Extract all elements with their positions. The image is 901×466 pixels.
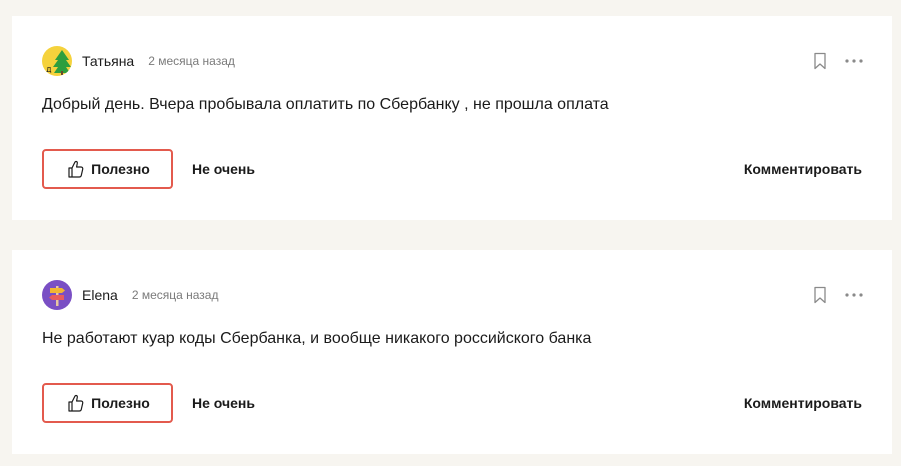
review-card: Elena 2 месяца назад Не работают куар ко… xyxy=(12,250,892,454)
avatar-initial: Д xyxy=(46,66,52,74)
bookmark-icon[interactable] xyxy=(812,52,828,70)
useful-label: Полезно xyxy=(91,161,150,177)
review-card: Д Татьяна 2 месяца назад Добрый день. Вч… xyxy=(12,16,892,220)
author-name[interactable]: Elena xyxy=(82,287,118,303)
comment-button[interactable]: Комментировать xyxy=(744,395,862,411)
review-text: Добрый день. Вчера пробывала оплатить по… xyxy=(42,96,609,113)
review-text: Не работают куар коды Сбербанка, и вообщ… xyxy=(42,330,592,347)
thumb-up-icon xyxy=(68,160,84,178)
thumb-up-icon xyxy=(68,394,84,412)
more-icon[interactable] xyxy=(844,286,864,304)
bookmark-icon[interactable] xyxy=(812,286,828,304)
not-useful-button[interactable]: Не очень xyxy=(192,161,255,177)
author-name[interactable]: Татьяна xyxy=(82,53,134,69)
useful-button[interactable]: Полезно xyxy=(42,149,173,189)
useful-label: Полезно xyxy=(91,395,150,411)
avatar[interactable] xyxy=(42,280,72,310)
comment-button[interactable]: Комментировать xyxy=(744,161,862,177)
review-date: 2 месяца назад xyxy=(148,54,235,68)
avatar[interactable]: Д xyxy=(42,46,72,76)
review-date: 2 месяца назад xyxy=(131,288,219,302)
review-header: Elena 2 месяца назад xyxy=(42,279,218,311)
review-header: Д Татьяна 2 месяца назад xyxy=(42,45,235,77)
not-useful-button[interactable]: Не очень xyxy=(192,395,255,411)
useful-button[interactable]: Полезно xyxy=(42,383,173,423)
more-icon[interactable] xyxy=(844,52,864,70)
